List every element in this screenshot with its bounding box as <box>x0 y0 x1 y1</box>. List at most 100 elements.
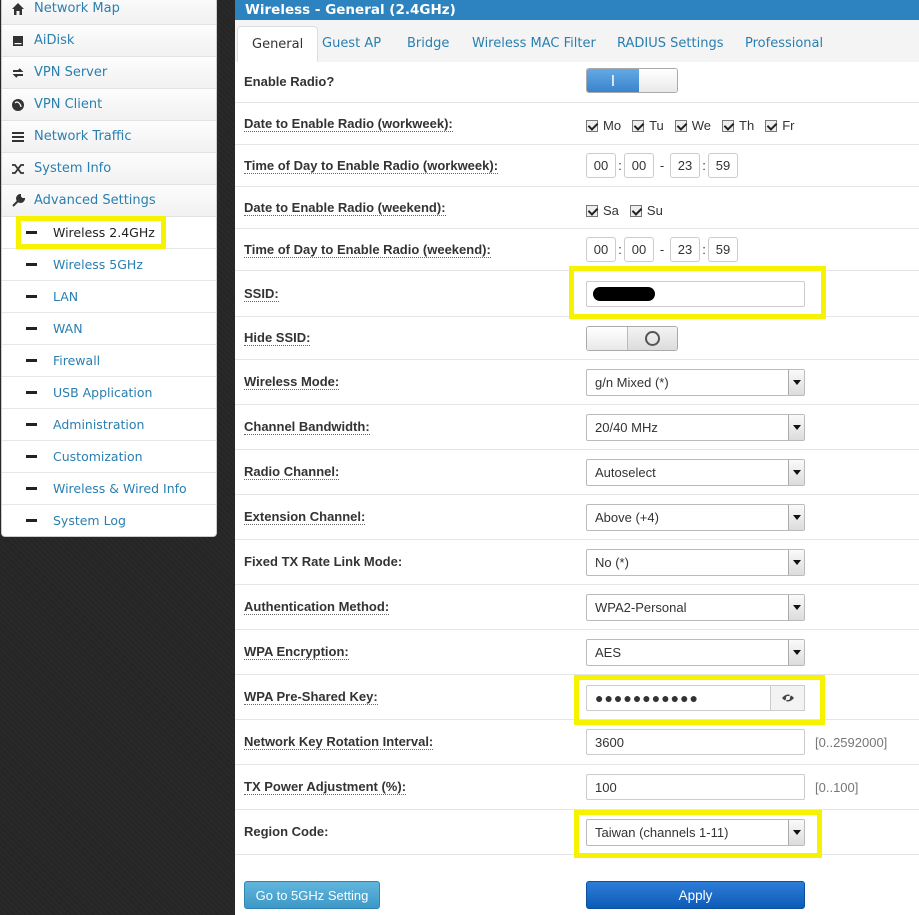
workweek-end-hour-input[interactable]: 23 <box>670 153 700 178</box>
chevron-down-icon <box>788 595 804 620</box>
wireless-mode-select[interactable]: g/n Mixed (*) <box>586 369 805 396</box>
sidebar-item-network-map[interactable]: Network Map <box>2 0 216 25</box>
sidebar-item-label: VPN Server <box>34 65 108 80</box>
radio-channel-select[interactable]: Autoselect <box>586 459 805 486</box>
weekend-end-hour-input[interactable]: 23 <box>670 237 700 262</box>
ssid-input[interactable] <box>586 281 805 307</box>
sidebar-subitem-system-log[interactable]: System Log <box>2 505 216 536</box>
sidebar-subitem-label: USB Application <box>53 385 153 400</box>
sidebar-item-system-info[interactable]: System Info <box>2 153 216 185</box>
checkbox-th[interactable]: Th <box>722 118 754 133</box>
tab-general[interactable]: General <box>237 26 319 62</box>
goto-5ghz-button[interactable]: Go to 5GHz Setting <box>244 881 380 909</box>
tab-wireless-mac-filter[interactable]: Wireless MAC Filter <box>458 26 610 62</box>
sidebar-subitem-lan[interactable]: LAN <box>2 281 216 313</box>
checkbox-we[interactable]: We <box>674 118 711 133</box>
sidebar-item-network-traffic[interactable]: Network Traffic <box>2 121 216 153</box>
colon-separator: : <box>618 242 622 257</box>
dash-separator: - <box>659 242 665 257</box>
checkbox-sa[interactable]: Sa <box>586 203 619 218</box>
home-icon <box>2 2 34 16</box>
workweek-start-hour-input[interactable]: 00 <box>586 153 616 178</box>
day-label: Mo <box>603 118 622 133</box>
checkbox-tu[interactable]: Tu <box>632 118 664 133</box>
sidebar-item-label: Network Traffic <box>34 129 132 144</box>
wpa-psk-input[interactable]: ●●●●●●●●●●● <box>586 685 771 711</box>
sidebar-item-label: Advanced Settings <box>34 193 156 208</box>
extension-channel-select[interactable]: Above (+4) <box>586 504 805 531</box>
dash-separator: - <box>659 158 665 173</box>
label-ssid: SSID: <box>244 286 279 302</box>
enable-radio-toggle[interactable]: I <box>586 68 678 93</box>
sidebar-subitem-usb[interactable]: USB Application <box>2 377 216 409</box>
wpa-encryption-select[interactable]: AES <box>586 639 805 666</box>
weekend-start-minute-input[interactable]: 00 <box>624 237 654 262</box>
checkbox-mo[interactable]: Mo <box>586 118 621 133</box>
select-value: g/n Mixed (*) <box>595 375 669 390</box>
sidebar-item-vpn-client[interactable]: VPN Client <box>2 89 216 121</box>
row-hide-ssid: Hide SSID: <box>235 317 919 360</box>
label-channel-bandwidth: Channel Bandwidth: <box>244 419 370 435</box>
list-icon <box>2 130 34 144</box>
workweek-time-group: 00 : 00 - 23 : 59 <box>586 153 738 178</box>
checkbox-fr[interactable]: Fr <box>765 118 794 133</box>
row-weekend-time: Time of Day to Enable Radio (weekend): 0… <box>235 229 919 271</box>
chevron-down-icon <box>788 415 804 440</box>
toggle-off-state <box>628 327 677 350</box>
tab-guest-ap[interactable]: Guest AP <box>308 26 395 62</box>
redacted-ssid-value <box>593 287 655 301</box>
toggle-off-half <box>587 327 628 350</box>
row-workweek-days: Date to Enable Radio (workweek): Mo Tu W… <box>235 103 919 145</box>
row-workweek-time: Time of Day to Enable Radio (workweek): … <box>235 145 919 187</box>
workweek-end-minute-input[interactable]: 59 <box>708 153 738 178</box>
sidebar-item-label: System Info <box>34 161 112 176</box>
weekend-days-group: Sa Su <box>586 203 674 218</box>
sidebar-subitem-label: WAN <box>53 321 83 336</box>
sidebar-item-advanced-settings[interactable]: Advanced Settings <box>2 185 216 217</box>
colon-separator: : <box>702 242 706 257</box>
sidebar-item-vpn-server[interactable]: VPN Server <box>2 57 216 89</box>
workweek-start-minute-input[interactable]: 00 <box>624 153 654 178</box>
sidebar-subitem-wan[interactable]: WAN <box>2 313 216 345</box>
row-key-rotation: Network Key Rotation Interval: 3600 [0..… <box>235 720 919 765</box>
row-enable-radio: Enable Radio? I <box>235 62 919 103</box>
row-auth-method: Authentication Method: WPA2-Personal <box>235 585 919 630</box>
sidebar-subitem-firewall[interactable]: Firewall <box>2 345 216 377</box>
tab-radius-settings[interactable]: RADIUS Settings <box>603 26 737 62</box>
sidebar-subitem-wireless-5[interactable]: Wireless 5GHz <box>2 249 216 281</box>
weekend-end-minute-input[interactable]: 59 <box>708 237 738 262</box>
row-wireless-mode: Wireless Mode: g/n Mixed (*) <box>235 360 919 405</box>
dash-icon <box>26 423 37 426</box>
sidebar: Network Map AiDisk VPN Server VPN Client… <box>1 0 217 537</box>
fixed-tx-select[interactable]: No (*) <box>586 549 805 576</box>
hide-ssid-toggle[interactable] <box>586 326 678 351</box>
eye-icon[interactable] <box>771 685 805 711</box>
label-region: Region Code: <box>244 824 329 839</box>
checkbox-checked-icon <box>632 119 645 132</box>
auth-method-select[interactable]: WPA2-Personal <box>586 594 805 621</box>
region-select[interactable]: Taiwan (channels 1-11) <box>586 819 805 846</box>
sidebar-subitem-wireless-wired-info[interactable]: Wireless & Wired Info <box>2 473 216 505</box>
checkbox-checked-icon <box>765 119 778 132</box>
dash-icon <box>26 295 37 298</box>
tab-professional[interactable]: Professional <box>731 26 837 62</box>
sidebar-item-label: AiDisk <box>34 33 75 48</box>
sidebar-item-aidisk[interactable]: AiDisk <box>2 25 216 57</box>
sidebar-subitem-label: Wireless & Wired Info <box>53 481 187 496</box>
checkbox-checked-icon <box>586 119 598 132</box>
checkbox-su[interactable]: Su <box>629 203 663 218</box>
circle-icon <box>645 331 660 346</box>
label-workweek-time: Time of Day to Enable Radio (workweek): <box>244 158 499 174</box>
sidebar-subitem-customization[interactable]: Customization <box>2 441 216 473</box>
tab-bridge[interactable]: Bridge <box>393 26 463 62</box>
weekend-start-hour-input[interactable]: 00 <box>586 237 616 262</box>
sidebar-subitem-wireless-24[interactable]: Wireless 2.4GHz <box>2 217 216 249</box>
checkbox-checked-icon <box>722 119 735 132</box>
key-rotation-input[interactable]: 3600 <box>586 729 805 755</box>
weekend-time-group: 00 : 00 - 23 : 59 <box>586 237 738 262</box>
channel-bandwidth-select[interactable]: 20/40 MHz <box>586 414 805 441</box>
sidebar-subitem-administration[interactable]: Administration <box>2 409 216 441</box>
apply-button[interactable]: Apply <box>586 881 805 909</box>
row-tx-power: TX Power Adjustment (%): 100 [0..100] <box>235 765 919 810</box>
tx-power-input[interactable]: 100 <box>586 774 805 800</box>
